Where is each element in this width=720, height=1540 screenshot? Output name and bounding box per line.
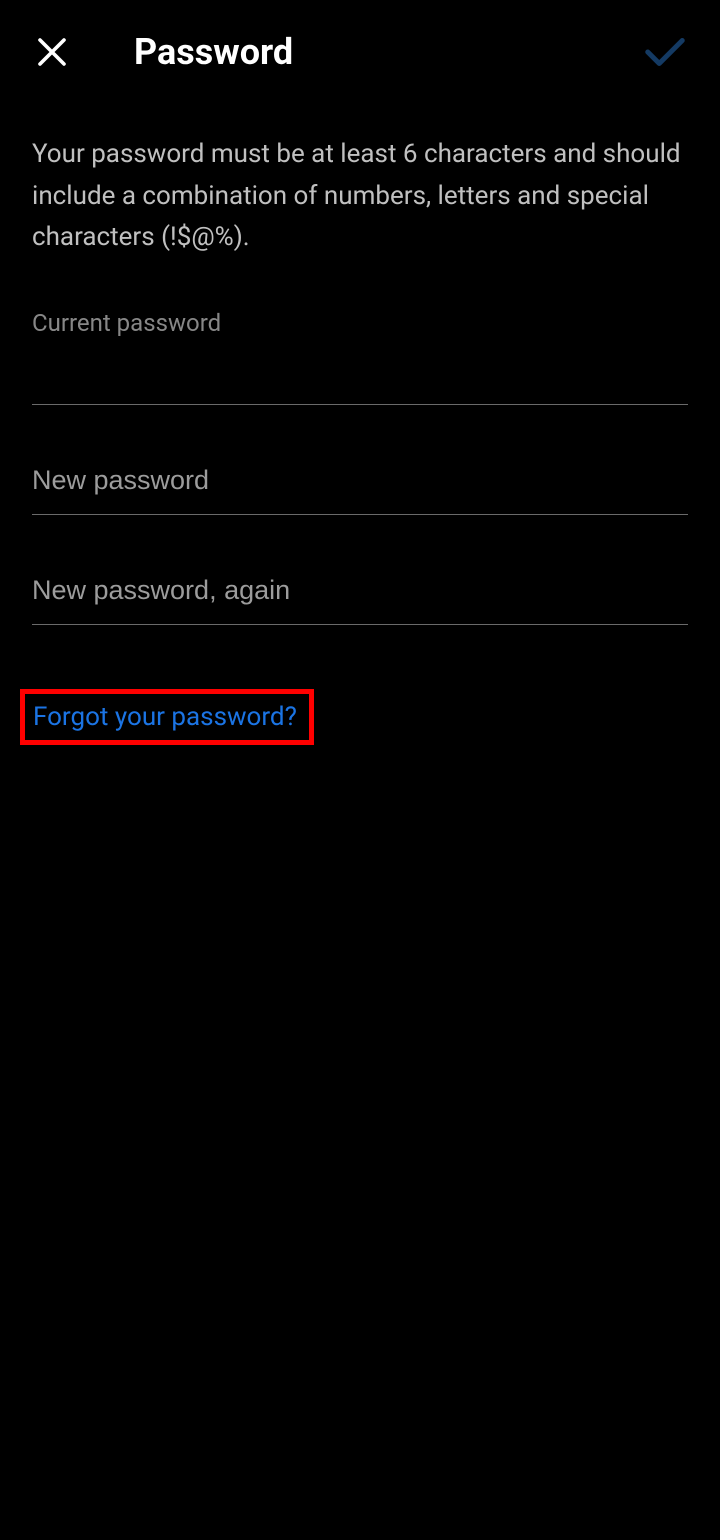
current-password-group: Current password [32, 309, 688, 405]
new-password-group [32, 441, 688, 515]
new-password-again-group [32, 551, 688, 625]
current-password-label: Current password [32, 309, 688, 337]
password-requirements-text: Your password must be at least 6 charact… [32, 134, 688, 259]
header: Password [0, 0, 720, 94]
confirm-icon[interactable] [640, 27, 690, 77]
forgot-password-link[interactable]: Forgot your password? [33, 702, 297, 732]
close-icon[interactable] [30, 30, 74, 74]
page-title: Password [134, 31, 293, 73]
forgot-password-highlight: Forgot your password? [20, 689, 314, 745]
new-password-again-input[interactable] [32, 551, 688, 625]
content: Your password must be at least 6 charact… [0, 94, 720, 745]
current-password-input[interactable] [32, 343, 688, 405]
new-password-input[interactable] [32, 441, 688, 515]
